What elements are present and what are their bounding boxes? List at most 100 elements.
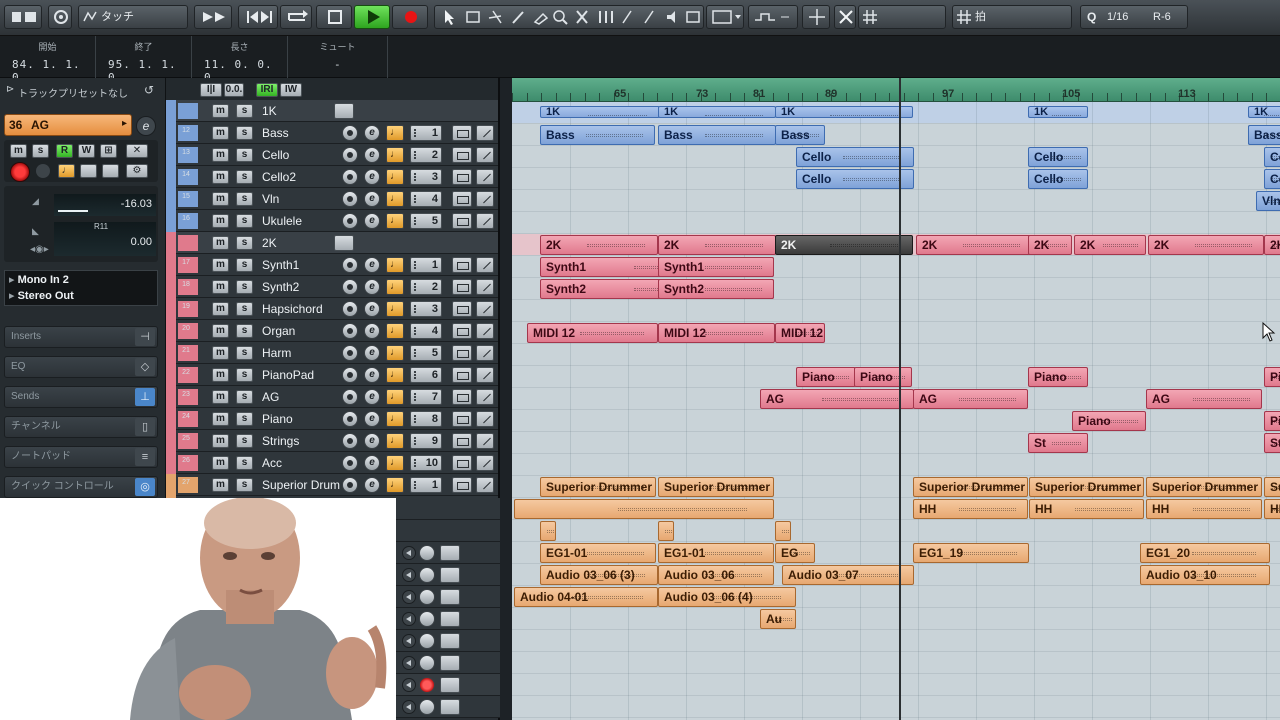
event-part[interactable]: Cello [1028,169,1088,189]
solo-button[interactable]: s [236,478,253,492]
event-part[interactable]: 1K [1028,106,1088,118]
edit-instrument-icon[interactable]: e [364,455,380,471]
event-part[interactable]: Ce [1264,147,1280,167]
solo-button[interactable]: s [236,192,253,206]
event-part[interactable]: 2K [658,235,776,255]
record-enable-button[interactable] [419,633,435,649]
record-enable-button[interactable] [342,125,358,141]
snap-type-select[interactable]: 拍 [952,5,1072,29]
lane-toggle-button[interactable] [440,589,460,605]
event-part[interactable]: Cello [796,147,914,167]
output-routing[interactable]: ▸ Stereo Out [9,289,153,304]
speaker-icon[interactable] [402,590,416,604]
time-base-note-icon[interactable]: ♩ [386,147,404,163]
mute-button[interactable]: m [212,324,229,338]
constrain-delay-icon[interactable] [48,5,72,29]
tracklist-btn-2[interactable]: 0.0. [224,83,244,97]
ruler[interactable]: 65 73 81 89 97 105 113 [512,78,1280,102]
audio-track-row[interactable] [396,696,500,718]
time-base-note-icon[interactable]: ♩ [386,191,404,207]
play-button[interactable] [354,5,390,29]
time-base-note-icon[interactable]: ♩ [386,411,404,427]
lane-toggle-button[interactable] [440,545,460,561]
edit-instrument-icon[interactable]: e [364,279,380,295]
edit-instrument-icon[interactable]: e [364,323,380,339]
event-part[interactable]: St [1264,433,1280,453]
keyboard-icon[interactable] [452,433,472,449]
audio-track-row[interactable] [396,542,500,564]
speaker-icon[interactable] [402,656,416,670]
lane-toggle-button[interactable] [440,677,460,693]
mute-button[interactable]: m [212,280,229,294]
track-row[interactable]: 26 m s Acc e ♩ 10 [166,452,498,474]
pencil-icon[interactable] [476,323,494,339]
solo-button[interactable]: s [236,434,253,448]
keyboard-icon[interactable] [452,279,472,295]
lane-toggle-button[interactable] [440,567,460,583]
record-enable-button[interactable] [342,323,358,339]
time-base-note-icon[interactable]: ♩ [386,455,404,471]
event-part[interactable]: HH [913,499,1028,519]
pencil-icon[interactable] [476,279,494,295]
mute-button[interactable]: m [212,104,229,118]
track-row[interactable]: 20 m s Organ e ♩ 4 [166,320,498,342]
sends-bypass-icon[interactable]: ⊥ [135,388,155,406]
midi-channel-field[interactable]: 10 [410,455,442,471]
lane-toggle-button[interactable] [440,611,460,627]
event-part[interactable]: Piano [796,367,856,387]
track-name[interactable]: Ukulele [262,214,302,228]
track-name[interactable]: Cello [262,148,289,162]
keyboard-icon[interactable] [452,191,472,207]
solo-button[interactable]: s [236,170,253,184]
pencil-icon[interactable] [476,257,494,273]
event-part[interactable]: 1K [658,106,776,118]
mute-button[interactable]: m [212,346,229,360]
edit-instrument-icon[interactable]: e [364,345,380,361]
event-part[interactable] [775,521,791,541]
event-part[interactable]: MIDI 12 [775,323,825,343]
midi-channel-field[interactable]: 7 [410,389,442,405]
record-enable-button[interactable] [419,677,435,693]
mute-button[interactable]: m [212,236,229,250]
freeze-button[interactable]: ✕ [126,144,148,158]
track-row[interactable]: 13 m s Cello e ♩ 2 [166,144,498,166]
event-part[interactable]: 2K [916,235,1032,255]
audio-track-row[interactable] [396,608,500,630]
edit-instrument-icon[interactable]: e [364,257,380,273]
midi-channel-field[interactable]: 3 [410,301,442,317]
track-row[interactable]: 16 m s Ukulele e ♩ 5 [166,210,498,232]
track-row[interactable]: 14 m s Cello2 e ♩ 3 [166,166,498,188]
speaker-icon[interactable] [402,612,416,626]
edit-instrument-icon[interactable]: e [364,477,380,493]
event-part[interactable]: MIDI 12 [527,323,658,343]
event-part[interactable]: Cello [1028,147,1088,167]
mute-button[interactable]: m [10,144,27,158]
event-part[interactable]: AG [760,389,914,409]
track-row[interactable]: 12 m s Bass e ♩ 1 [166,122,498,144]
mute-button[interactable]: m [212,456,229,470]
solo-button[interactable]: s [236,324,253,338]
event-part[interactable]: HH [1264,499,1280,519]
audio-track-row[interactable] [396,498,500,520]
mute-button[interactable]: m [212,412,229,426]
keyboard-icon[interactable] [452,477,472,493]
track-name-field[interactable]: 36 AG ▸ [4,114,132,136]
folder-expand-icon[interactable] [334,103,354,119]
info-start[interactable]: 開始 84. 1. 1. 0 [0,36,96,84]
event-part[interactable]: Audio 04-01 [514,587,658,607]
event-part[interactable]: Audio 03_07 [782,565,914,585]
event-part[interactable]: Synth1 [658,257,774,277]
edit-instrument-icon[interactable]: e [364,301,380,317]
record-enable-button[interactable] [419,545,435,561]
pencil-icon[interactable] [476,477,494,493]
solo-button[interactable]: s [236,346,253,360]
midi-channel-field[interactable]: 1 [410,477,442,493]
input-routing[interactable]: ▸ Mono In 2 [9,273,153,288]
pencil-icon[interactable] [476,169,494,185]
event-part[interactable]: HH [1029,499,1144,519]
event-part[interactable]: 2K [1264,235,1280,255]
pencil-icon[interactable] [476,433,494,449]
tracklist-btn-3[interactable]: IRI [256,83,278,97]
track-name[interactable]: Hapsichord [262,302,323,316]
event-part[interactable]: 2K [1148,235,1264,255]
